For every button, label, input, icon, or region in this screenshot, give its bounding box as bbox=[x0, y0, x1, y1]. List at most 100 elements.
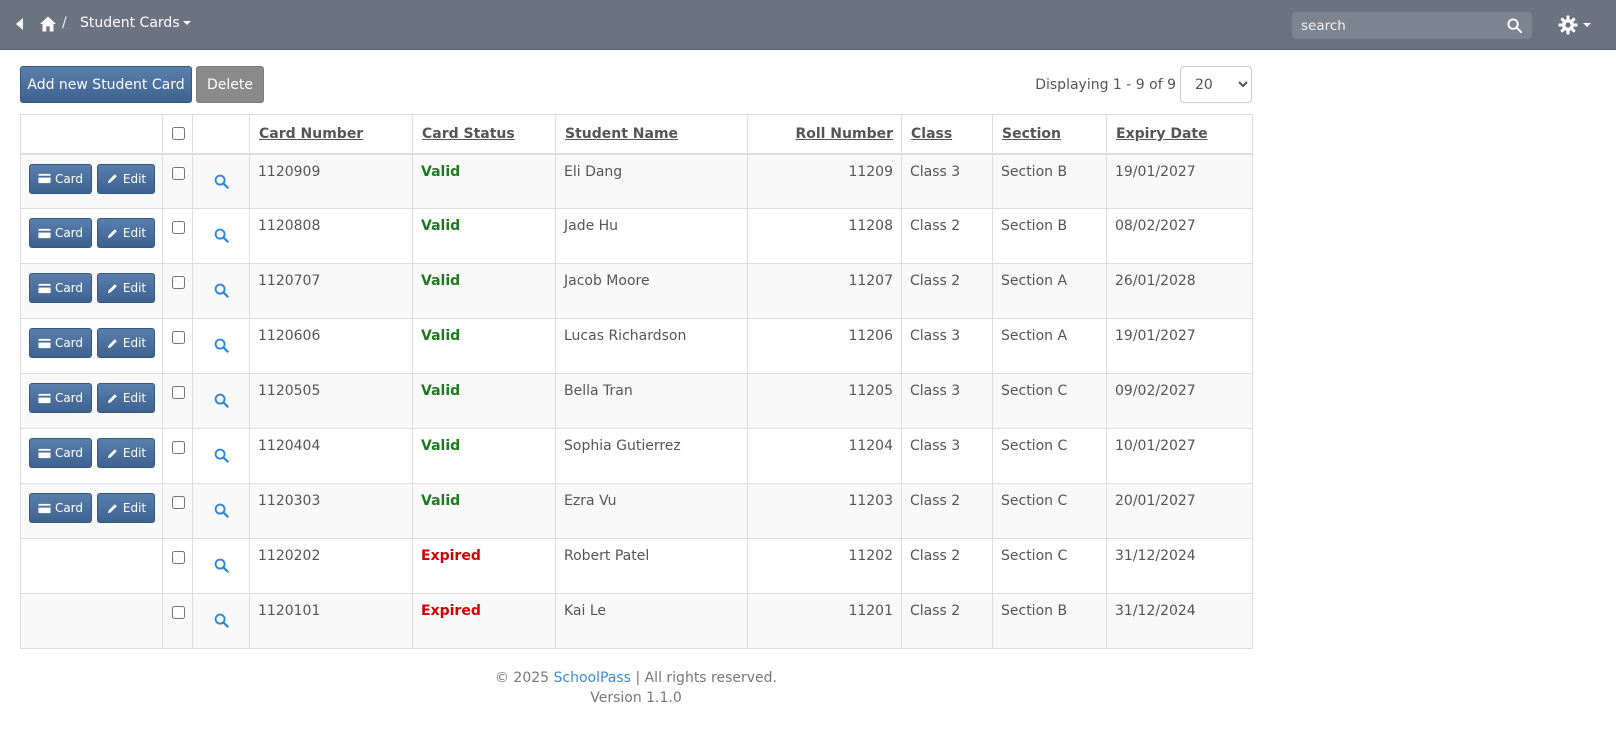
card-status-badge: Valid bbox=[421, 438, 461, 454]
row-actions: Card Edit bbox=[21, 484, 162, 523]
search-box bbox=[1292, 12, 1532, 39]
home-icon[interactable] bbox=[39, 15, 57, 33]
sort-student-name[interactable]: Student Name bbox=[565, 126, 678, 142]
select-all-checkbox[interactable] bbox=[172, 127, 185, 140]
select-cell bbox=[162, 483, 193, 539]
student-name-cell: Lucas Richardson bbox=[555, 318, 748, 374]
sort-card-number[interactable]: Card Number bbox=[259, 126, 363, 142]
edit-button[interactable]: Edit bbox=[97, 273, 155, 303]
back-arrow-icon[interactable] bbox=[13, 16, 25, 32]
edit-button[interactable]: Edit bbox=[97, 438, 155, 468]
edit-button[interactable]: Edit bbox=[97, 383, 155, 413]
sort-class[interactable]: Class bbox=[911, 126, 952, 142]
select-cell bbox=[162, 318, 193, 374]
row-checkbox[interactable] bbox=[172, 606, 185, 619]
row-checkbox[interactable] bbox=[172, 551, 185, 564]
card-button[interactable]: Card bbox=[29, 218, 92, 248]
expiry-date: 20/01/2027 bbox=[1115, 493, 1196, 509]
card-status-cell: Valid bbox=[412, 483, 556, 539]
sort-roll-number[interactable]: Roll Number bbox=[795, 126, 893, 142]
table-row: Card Edit 1120404 Valid Sophia Gutierrez 1120… bbox=[20, 428, 1253, 484]
card-button[interactable]: Card bbox=[29, 328, 92, 358]
edit-button[interactable]: Edit bbox=[97, 163, 155, 194]
sort-expiry-date[interactable]: Expiry Date bbox=[1116, 126, 1208, 142]
row-checkbox[interactable] bbox=[172, 441, 185, 454]
row-checkbox[interactable] bbox=[172, 331, 185, 344]
row-checkbox[interactable] bbox=[172, 496, 185, 509]
id-card-icon bbox=[38, 448, 51, 458]
card-button[interactable]: Card bbox=[29, 383, 92, 413]
card-status-cell: Valid bbox=[412, 208, 556, 264]
expiry-date: 19/01/2027 bbox=[1115, 328, 1196, 344]
chevron-down-icon bbox=[182, 21, 191, 25]
actions-header bbox=[20, 114, 163, 155]
table-header-row: Card Number Card Status Student Name Rol… bbox=[20, 114, 1253, 155]
card-number: 1120303 bbox=[258, 493, 321, 509]
card-button[interactable]: Card bbox=[29, 493, 92, 523]
card-number-cell: 1120202 bbox=[249, 538, 413, 594]
breadcrumb-student-cards[interactable]: Student Cards bbox=[80, 15, 191, 31]
row-actions: Card Edit bbox=[21, 209, 162, 248]
select-cell bbox=[162, 208, 193, 264]
row-checkbox[interactable] bbox=[172, 276, 185, 289]
edit-button[interactable]: Edit bbox=[97, 218, 155, 248]
row-checkbox[interactable] bbox=[172, 386, 185, 399]
view-magnifier-icon[interactable] bbox=[214, 503, 229, 518]
view-cell bbox=[192, 373, 250, 429]
card-status-badge: Valid bbox=[421, 493, 461, 509]
student-name-cell: Bella Tran bbox=[555, 373, 748, 429]
roll-number: 11203 bbox=[848, 493, 893, 509]
view-magnifier-icon[interactable] bbox=[214, 283, 229, 298]
view-magnifier-icon[interactable] bbox=[214, 393, 229, 408]
card-button[interactable]: Card bbox=[29, 163, 92, 194]
gear-icon[interactable] bbox=[1558, 15, 1578, 35]
class-cell: Class 3 bbox=[901, 373, 993, 429]
section-name: Section C bbox=[1001, 438, 1068, 454]
add-student-card-button[interactable]: Add new Student Card bbox=[20, 66, 192, 103]
edit-button[interactable]: Edit bbox=[97, 328, 155, 358]
card-number: 1120606 bbox=[258, 328, 321, 344]
roll-number: 11208 bbox=[848, 218, 893, 234]
search-input[interactable] bbox=[1293, 13, 1498, 38]
view-magnifier-icon[interactable] bbox=[214, 448, 229, 463]
card-status-cell: Valid bbox=[412, 373, 556, 429]
view-cell bbox=[192, 208, 250, 264]
card-button-label: Card bbox=[54, 446, 84, 460]
row-checkbox[interactable] bbox=[172, 221, 185, 234]
card-number-cell: 1120101 bbox=[249, 593, 413, 649]
student-name: Sophia Gutierrez bbox=[564, 438, 681, 454]
sort-section[interactable]: Section bbox=[1002, 126, 1061, 142]
schoolpass-link[interactable]: SchoolPass bbox=[554, 670, 631, 686]
row-checkbox[interactable] bbox=[172, 166, 185, 180]
edit-button-label: Edit bbox=[122, 281, 147, 295]
view-cell bbox=[192, 483, 250, 539]
copyright-suffix: | All rights reserved. bbox=[635, 670, 778, 686]
section-cell: Section C bbox=[992, 483, 1107, 539]
expiry-date: 10/01/2027 bbox=[1115, 438, 1196, 454]
section-cell: Section B bbox=[992, 153, 1107, 209]
roll-number-cell: 11206 bbox=[747, 318, 902, 374]
page-size-select[interactable]: 20 bbox=[1180, 66, 1252, 103]
view-magnifier-icon[interactable] bbox=[214, 228, 229, 243]
select-all-header bbox=[162, 114, 193, 155]
view-magnifier-icon[interactable] bbox=[214, 613, 229, 628]
roll-number-cell: 11204 bbox=[747, 428, 902, 484]
view-magnifier-icon[interactable] bbox=[214, 174, 229, 189]
delete-button[interactable]: Delete bbox=[196, 66, 264, 103]
settings-chevron-down-icon[interactable] bbox=[1583, 23, 1591, 27]
class-name: Class 3 bbox=[910, 163, 961, 180]
section-cell: Section C bbox=[992, 373, 1107, 429]
card-button[interactable]: Card bbox=[29, 273, 92, 303]
view-magnifier-icon[interactable] bbox=[214, 338, 229, 353]
student-name: Ezra Vu bbox=[564, 493, 617, 509]
sort-card-status[interactable]: Card Status bbox=[422, 126, 515, 142]
section-cell: Section A bbox=[992, 318, 1107, 374]
roll-number-cell: 11205 bbox=[747, 373, 902, 429]
footer-copyright: © 2025 SchoolPass | All rights reserved. bbox=[400, 668, 872, 688]
view-magnifier-icon[interactable] bbox=[214, 558, 229, 573]
search-icon[interactable] bbox=[1507, 18, 1522, 33]
expiry-date: 31/12/2024 bbox=[1115, 548, 1196, 564]
view-cell bbox=[192, 263, 250, 319]
edit-button[interactable]: Edit bbox=[97, 493, 155, 523]
card-button[interactable]: Card bbox=[29, 438, 92, 468]
